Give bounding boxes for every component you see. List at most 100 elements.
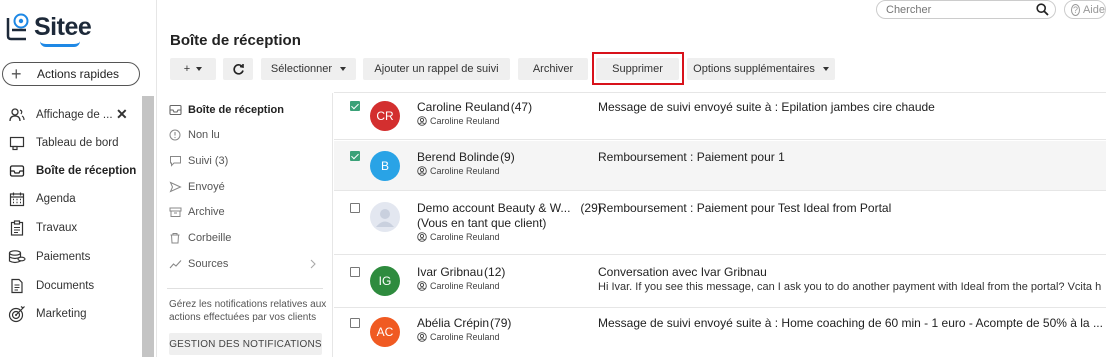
sender-label: Demo account Beauty & W... <box>417 201 571 215</box>
more-options-dropdown[interactable]: Options supplémentaires <box>687 58 835 80</box>
refresh-button[interactable] <box>223 58 253 80</box>
message-count: (12) <box>484 265 506 279</box>
inbox-icon <box>168 103 182 117</box>
nav-item-label: Affichage de ... <box>36 109 113 121</box>
chat-icon <box>168 154 182 168</box>
message-row[interactable]: AC Abélia Crépin(79) Caroline Reuland Me… <box>334 309 1106 357</box>
message-subject: Conversation avec Ivar Gribnau <box>598 265 767 279</box>
assignee-name: Caroline Reuland <box>430 116 500 126</box>
assignee-name: Caroline Reuland <box>430 332 500 342</box>
user-icon <box>417 281 427 291</box>
document-icon <box>8 277 26 295</box>
user-icon <box>417 166 427 176</box>
nav-item-documents[interactable]: Documents <box>0 273 157 299</box>
manage-notifications-button[interactable]: GESTION DES NOTIFICATIONS <box>169 333 322 355</box>
folder-label: Archive <box>188 206 225 218</box>
nav-item-marketing[interactable]: Marketing <box>0 301 157 327</box>
chevron-down-icon <box>822 67 829 71</box>
message-row[interactable]: IG Ivar Gribnau(12) Caroline Reuland Con… <box>334 256 1106 308</box>
nav-item-agenda[interactable]: Agenda <box>0 186 157 212</box>
scrollbar-thumb[interactable] <box>142 96 154 357</box>
notifications-description: Gérez les notifications relatives aux ac… <box>169 299 327 323</box>
row-checkbox[interactable] <box>350 101 360 111</box>
assignee-name: Caroline Reuland <box>430 232 500 242</box>
quick-actions-button[interactable]: + Actions rapides <box>2 62 140 86</box>
message-subject: Message de suivi envoyé suite à : Epilat… <box>598 100 935 114</box>
message-list: CR Caroline Reuland(47) Caroline Reuland… <box>334 92 1106 357</box>
archive-button[interactable]: Archiver <box>518 58 588 80</box>
left-nav-scrollbar[interactable] <box>142 96 154 357</box>
row-checkbox[interactable] <box>350 151 360 161</box>
message-count: (79) <box>490 316 512 330</box>
default-avatar-icon <box>376 209 394 227</box>
sender-label: Caroline Reuland <box>417 100 510 114</box>
close-icon[interactable]: ✕ <box>116 106 128 123</box>
send-icon <box>168 180 182 194</box>
nav-item-label: Marketing <box>36 308 87 320</box>
folder-unread[interactable]: Non lu <box>157 124 333 146</box>
folder-label: Corbeille <box>188 232 232 244</box>
assignee: Caroline Reuland <box>417 281 500 291</box>
help-icon: ? <box>1071 3 1080 16</box>
avatar <box>370 202 400 232</box>
message-count: (9) <box>500 150 515 164</box>
sender-label: Abélia Crépin <box>417 316 490 330</box>
nav-item-travaux[interactable]: Travaux <box>0 215 157 241</box>
search-box[interactable] <box>876 0 1056 19</box>
folder-panel: Boîte de réception Non lu Suivi (3) Envo… <box>157 93 333 357</box>
add-reminder-button[interactable]: Ajouter un rappel de suivi <box>363 58 510 80</box>
row-checkbox[interactable] <box>350 267 360 277</box>
nav-item-affichage[interactable]: Affichage de ... ✕ <box>0 102 157 128</box>
folder-sent[interactable]: Envoyé <box>157 176 333 198</box>
folder-sources[interactable]: Sources <box>157 253 333 275</box>
sender-name: Abélia Crépin(79) <box>417 316 511 330</box>
row-checkbox[interactable] <box>350 203 360 213</box>
search-input[interactable] <box>886 3 1026 16</box>
quick-actions-label: Actions rapides <box>37 67 120 81</box>
message-row[interactable]: Demo account Beauty & W... (29) (Vous en … <box>334 192 1106 255</box>
avatar: B <box>370 151 400 181</box>
sender-name: Demo account Beauty & W... (29) <box>417 201 602 215</box>
folder-label: Envoyé <box>188 181 225 193</box>
nav-item-dashboard[interactable]: Tableau de bord <box>0 130 157 156</box>
folder-inbox[interactable]: Boîte de réception <box>157 99 333 121</box>
logo[interactable]: Sitee <box>4 12 92 42</box>
help-button[interactable]: ? Aide <box>1064 0 1106 19</box>
logo-underline <box>40 41 80 47</box>
avatar-initials: CR <box>376 109 394 123</box>
nav-item-inbox[interactable]: Boîte de réception <box>0 158 157 184</box>
folder-label: Suivi (3) <box>188 155 229 167</box>
row-checkbox[interactable] <box>350 318 360 328</box>
nav-item-paiements[interactable]: Paiements <box>0 244 157 270</box>
nav-item-label: Documents <box>36 280 95 292</box>
message-row[interactable]: CR Caroline Reuland(47) Caroline Reuland… <box>334 93 1106 140</box>
message-subject: Remboursement : Paiement pour Test Ideal… <box>598 201 892 215</box>
brand-name: Sitee <box>34 12 92 41</box>
trend-icon <box>168 257 182 271</box>
avatar-initials: B <box>380 159 389 173</box>
sender-name: Caroline Reuland(47) <box>417 100 532 114</box>
message-row[interactable]: B Berend Bolinde(9) Caroline Reuland Rem… <box>334 141 1106 191</box>
delete-highlight-box <box>592 52 684 85</box>
search-icon[interactable] <box>1036 3 1049 19</box>
folder-followup[interactable]: Suivi (3) <box>157 150 333 172</box>
avatar-initials: IG <box>378 274 392 288</box>
select-dropdown[interactable]: Sélectionner <box>261 58 356 80</box>
sender-label: Berend Bolinde <box>417 150 500 164</box>
archive-icon <box>168 205 182 219</box>
folder-label: Sources <box>188 258 229 270</box>
sender-name: Berend Bolinde(9) <box>417 150 515 164</box>
assignee-name: Caroline Reuland <box>430 281 500 291</box>
user-icon <box>417 232 427 242</box>
folder-trash[interactable]: Corbeille <box>157 227 333 249</box>
user-icon <box>417 116 427 126</box>
folder-archive[interactable]: Archive <box>157 201 333 223</box>
inbox-icon <box>8 162 26 180</box>
add-button[interactable]: + <box>170 58 216 80</box>
avatar: IG <box>370 266 400 296</box>
add-label: + <box>183 63 191 75</box>
nav-item-label: Boîte de réception <box>36 165 137 177</box>
nav-item-label: Agenda <box>36 193 76 205</box>
chevron-down-icon <box>196 67 203 71</box>
nav-item-label: Tableau de bord <box>36 137 119 149</box>
